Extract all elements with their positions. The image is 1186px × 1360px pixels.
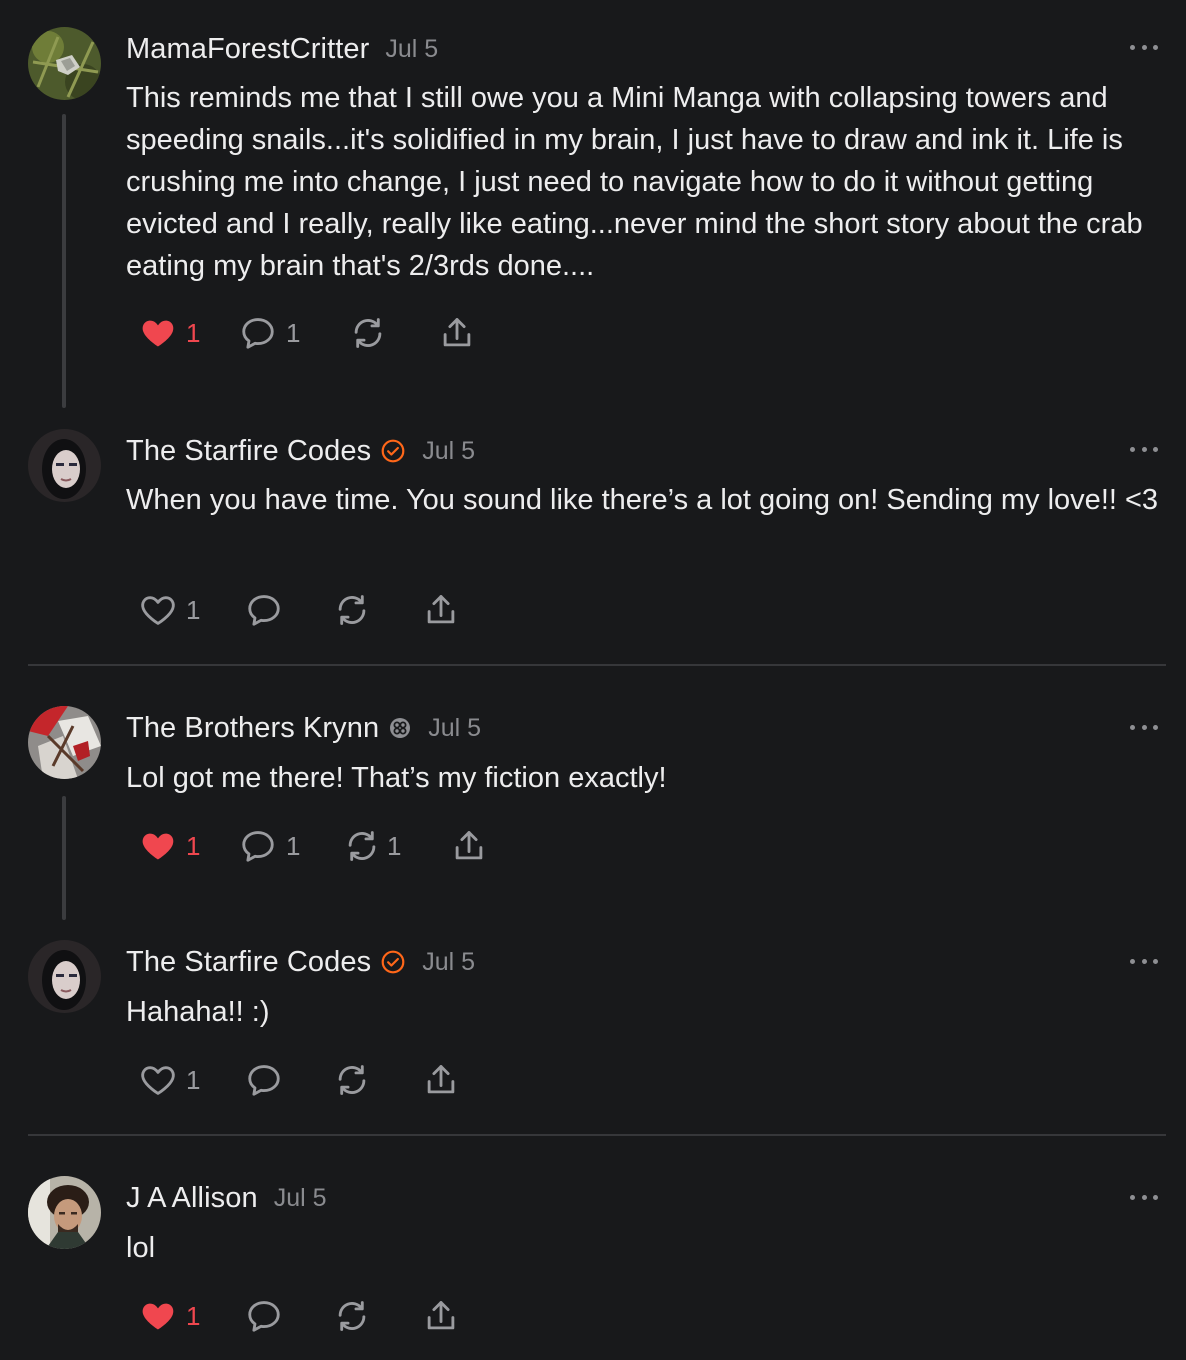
divider (28, 1134, 1166, 1136)
comment-icon (245, 1061, 283, 1099)
heart-filled-icon (139, 827, 177, 865)
divider (28, 664, 1166, 666)
reply-button[interactable] (245, 590, 283, 630)
author-name[interactable]: The Brothers Krynn (126, 712, 379, 745)
share-button[interactable] (422, 590, 460, 630)
comment-text: Lol got me there! That’s my fiction exac… (126, 762, 667, 794)
like-button[interactable]: 1 (139, 1296, 200, 1336)
more-options-icon[interactable] (1130, 956, 1158, 966)
like-count: 1 (186, 1064, 201, 1095)
heart-filled-icon (139, 1297, 177, 1335)
author-name[interactable]: The Starfire Codes (126, 435, 371, 468)
heart-outline-icon (139, 1061, 177, 1099)
like-count: 1 (186, 830, 201, 861)
comment-date[interactable]: Jul 5 (422, 437, 475, 466)
share-button[interactable] (422, 1296, 460, 1336)
comment-date[interactable]: Jul 5 (428, 714, 481, 743)
comment-date[interactable]: Jul 5 (385, 35, 438, 64)
comment-text: When you have time. You sound like there… (126, 484, 1159, 516)
share-button[interactable] (422, 1060, 460, 1100)
comment-text: This reminds me that I still owe you a M… (126, 82, 1143, 282)
reply-button[interactable] (245, 1060, 283, 1100)
share-icon (422, 591, 460, 629)
comment-icon (239, 314, 277, 352)
comment-icon (239, 827, 277, 865)
comment-header: MamaForestCritter Jul 5 (126, 30, 438, 68)
like-button[interactable]: 1 (139, 590, 200, 630)
share-icon (438, 314, 476, 352)
more-options-icon[interactable] (1130, 1192, 1158, 1202)
thread-line (62, 114, 66, 408)
comment-icon (245, 591, 283, 629)
avatar[interactable] (28, 429, 101, 502)
heart-filled-icon (139, 314, 177, 352)
verified-check-icon (380, 438, 406, 464)
comment-header: The Starfire Codes Jul 5 (126, 943, 475, 981)
author-name[interactable]: The Starfire Codes (126, 946, 371, 979)
verified-check-icon (380, 949, 406, 975)
comment-icon (245, 1297, 283, 1335)
heart-outline-icon (139, 591, 177, 629)
share-icon (450, 827, 488, 865)
comment-text: Hahaha!! :) (126, 996, 270, 1028)
comment-date[interactable]: Jul 5 (422, 948, 475, 977)
like-button[interactable]: 1 (139, 1060, 200, 1100)
like-count: 1 (186, 317, 201, 348)
share-button[interactable] (450, 826, 488, 866)
more-options-icon[interactable] (1130, 722, 1158, 732)
avatar[interactable] (28, 940, 101, 1013)
like-count: 1 (186, 594, 201, 625)
supporter-badge-icon (388, 716, 412, 740)
more-options-icon[interactable] (1130, 42, 1158, 52)
comment-date[interactable]: Jul 5 (274, 1184, 327, 1213)
avatar[interactable] (28, 27, 101, 100)
share-icon (422, 1297, 460, 1335)
comment-text: lol (126, 1232, 156, 1264)
like-button[interactable]: 1 (139, 826, 200, 866)
more-options-icon[interactable] (1130, 444, 1158, 454)
restack-icon (343, 827, 381, 865)
like-count: 1 (186, 1300, 201, 1331)
thread-line (62, 796, 66, 920)
avatar[interactable] (28, 706, 101, 779)
comment-header: J A Allison Jul 5 (126, 1179, 327, 1217)
reply-count: 1 (286, 317, 301, 348)
comment-header: The Brothers Krynn Jul 5 (126, 709, 481, 747)
restack-icon (333, 1297, 371, 1335)
like-button[interactable]: 1 (139, 313, 200, 353)
restack-button[interactable] (333, 1296, 371, 1336)
restack-button[interactable] (349, 313, 387, 353)
restack-icon (333, 591, 371, 629)
share-icon (422, 1061, 460, 1099)
restack-icon (349, 314, 387, 352)
share-button[interactable] (438, 313, 476, 353)
reply-button[interactable]: 1 (239, 826, 300, 866)
comment-header: The Starfire Codes Jul 5 (126, 432, 475, 470)
avatar[interactable] (28, 1176, 101, 1249)
restack-button[interactable] (333, 590, 371, 630)
author-name[interactable]: J A Allison (126, 1182, 258, 1215)
restack-count: 1 (387, 830, 402, 861)
author-name[interactable]: MamaForestCritter (126, 33, 369, 66)
reply-button[interactable] (245, 1296, 283, 1336)
reply-button[interactable]: 1 (239, 313, 300, 353)
reply-count: 1 (286, 830, 301, 861)
restack-button[interactable] (333, 1060, 371, 1100)
restack-button[interactable]: 1 (343, 826, 401, 866)
restack-icon (333, 1061, 371, 1099)
